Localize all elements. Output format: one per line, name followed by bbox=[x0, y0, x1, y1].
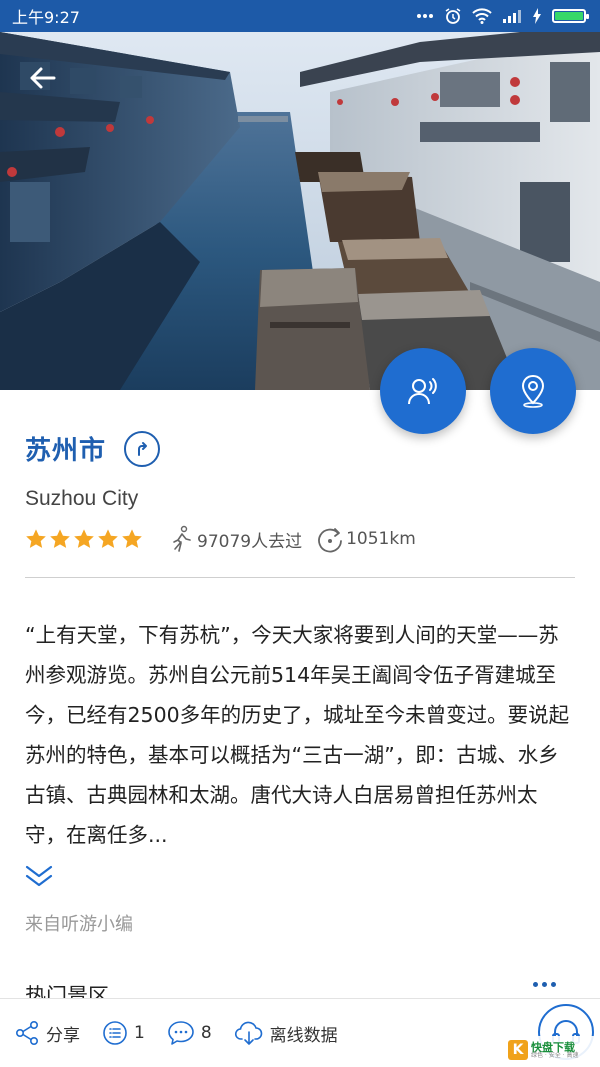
dot bbox=[533, 982, 538, 987]
status-time: 上午9:27 bbox=[12, 8, 80, 27]
rating-stars bbox=[25, 528, 143, 550]
charging-icon bbox=[532, 8, 542, 24]
star-icon bbox=[26, 529, 46, 548]
battery-icon bbox=[552, 9, 589, 23]
distance-icon bbox=[318, 528, 342, 553]
comment-button[interactable]: 8 bbox=[167, 1020, 212, 1046]
share-label: 分享 bbox=[46, 1025, 80, 1046]
back-button[interactable] bbox=[22, 58, 62, 98]
source-note: 来自听游小编 bbox=[25, 914, 133, 935]
signal-icon bbox=[502, 8, 522, 24]
list-icon bbox=[103, 1021, 127, 1045]
offline-label: 离线数据 bbox=[269, 1025, 338, 1046]
city-title: 苏州市 bbox=[25, 436, 107, 466]
more-icon bbox=[416, 13, 434, 19]
more-button[interactable] bbox=[533, 982, 556, 987]
distance: 1051km bbox=[316, 525, 416, 553]
share-button[interactable]: 分享 bbox=[14, 1020, 80, 1046]
dot bbox=[542, 982, 547, 987]
meta-row: 97079人去过 1051km bbox=[25, 525, 430, 553]
watermark-text: 快盘下载 绿色 · 安全 · 高速 bbox=[531, 1042, 578, 1059]
canal-town-image bbox=[0, 32, 600, 390]
cloud-download-icon bbox=[234, 1021, 262, 1045]
audio-guide-button[interactable] bbox=[380, 348, 466, 434]
star-icon bbox=[50, 529, 70, 548]
city-subtitle: Suzhou City bbox=[25, 487, 139, 510]
distance-text: 1051km bbox=[346, 529, 416, 549]
comment-count: 8 bbox=[200, 1023, 212, 1043]
list-button[interactable]: 1 bbox=[102, 1020, 145, 1046]
watermark: K 快盘下载 绿色 · 安全 · 高速 bbox=[508, 1036, 598, 1064]
share-icon bbox=[15, 1020, 38, 1045]
chevron-double-down-icon bbox=[25, 865, 53, 887]
divider bbox=[25, 577, 575, 578]
expand-button[interactable] bbox=[24, 862, 54, 890]
location-pin-icon bbox=[521, 374, 545, 408]
walking-person-icon bbox=[173, 525, 191, 552]
location-button[interactable] bbox=[490, 348, 576, 434]
status-icons bbox=[416, 7, 589, 25]
visited-count: 97079人去过 bbox=[169, 525, 302, 553]
hero-image bbox=[0, 32, 600, 390]
watermark-logo: K bbox=[508, 1040, 528, 1060]
arrow-left-icon bbox=[30, 67, 56, 89]
turn-right-icon bbox=[138, 441, 148, 456]
alarm-icon bbox=[444, 7, 462, 25]
status-bar: 上午9:27 bbox=[0, 0, 600, 32]
visited-text: 97079人去过 bbox=[197, 531, 303, 552]
star-icon bbox=[98, 529, 118, 548]
star-icon bbox=[74, 529, 94, 548]
audio-guide-icon bbox=[408, 378, 437, 405]
title-row: 苏州市 bbox=[25, 430, 161, 467]
section-heading: 热门景区 bbox=[25, 984, 109, 998]
dot bbox=[551, 982, 556, 987]
route-button[interactable] bbox=[124, 430, 161, 467]
offline-data-button[interactable]: 离线数据 bbox=[234, 1020, 338, 1046]
description-text: “上有天堂，下有苏杭”，今天大家将要到人间的天堂——苏州参观游览。苏州自公元前5… bbox=[25, 623, 570, 847]
watermark-tagline: 绿色 · 安全 · 高速 bbox=[531, 1051, 579, 1059]
star-icon bbox=[122, 529, 142, 548]
wifi-icon bbox=[472, 8, 492, 24]
comment-icon bbox=[168, 1021, 194, 1045]
list-count: 1 bbox=[134, 1023, 145, 1043]
